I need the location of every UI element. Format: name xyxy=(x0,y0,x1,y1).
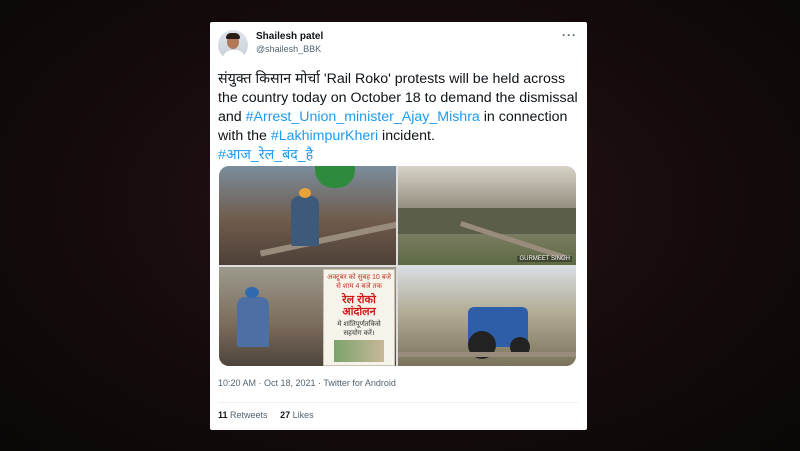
poster-line: से शाम 4 बजे तक xyxy=(336,283,382,290)
tweet-card: Shailesh patel @shailesh_BBK ··· संयुक्त… xyxy=(210,22,587,430)
poster-line: मे शांतिपूर्णतकिसे xyxy=(337,321,381,328)
media-grid: GURMEET SINGH अक्टूबर को सुबह 10 बजे से … xyxy=(219,166,576,366)
photo-farmer-on-tracks[interactable] xyxy=(219,166,396,265)
tweet-text: संयुक्त किसान मोर्चा 'Rail Roko' protest… xyxy=(218,70,580,165)
likes-count: 27 xyxy=(280,410,291,420)
hashtag-link[interactable]: #आज_रेल_बंद_है xyxy=(218,147,313,163)
author-handle[interactable]: @shailesh_BBK xyxy=(256,44,321,54)
rail-track xyxy=(398,352,576,357)
retweets-label: Retweets xyxy=(230,410,268,420)
photo-credit: GURMEET SINGH xyxy=(517,256,572,262)
retweets-count: 11 xyxy=(218,410,228,420)
more-options-icon[interactable]: ··· xyxy=(562,28,577,42)
retweets-stat[interactable]: 11 Retweets xyxy=(218,410,268,420)
avatar-hair xyxy=(226,33,240,39)
rail-track xyxy=(259,221,396,257)
tweet-stats: 11 Retweets 27 Likes xyxy=(218,410,324,420)
protest-poster: अक्टूबर को सुबह 10 बजे से शाम 4 बजे तक र… xyxy=(323,269,395,366)
turban xyxy=(299,188,311,198)
tweet-timestamp[interactable]: 10:20 AM · Oct 18, 2021 · Twitter for An… xyxy=(218,378,396,388)
avatar-body xyxy=(222,49,246,60)
seated-person xyxy=(237,297,269,347)
poster-title: रेल रोको आंदोलन xyxy=(342,294,376,318)
tweet-text-part: incident. xyxy=(378,128,435,144)
turban xyxy=(245,287,259,298)
green-flag xyxy=(315,166,355,188)
author-name[interactable]: Shailesh patel xyxy=(256,31,323,42)
likes-label: Likes xyxy=(292,410,314,420)
likes-stat[interactable]: 27 Likes xyxy=(280,410,314,420)
poster-photo xyxy=(334,340,384,362)
poster-line: अक्टूबर को सुबह 10 बजे xyxy=(327,274,391,281)
hashtag-link[interactable]: #LakhimpurKheri xyxy=(271,128,378,144)
divider xyxy=(218,402,579,403)
seated-person xyxy=(291,196,319,246)
avatar[interactable] xyxy=(218,30,248,60)
photo-farmers-sitting[interactable]: GURMEET SINGH xyxy=(398,166,576,265)
photo-tractors-on-tracks[interactable] xyxy=(398,267,576,366)
poster-line: सहयोग करें। xyxy=(343,330,375,337)
hashtag-link[interactable]: #Arrest_Union_minister_Ajay_Mishra xyxy=(246,109,480,125)
photo-protest-poster[interactable]: अक्टूबर को सुबह 10 बजे से शाम 4 बजे तक र… xyxy=(219,267,396,366)
